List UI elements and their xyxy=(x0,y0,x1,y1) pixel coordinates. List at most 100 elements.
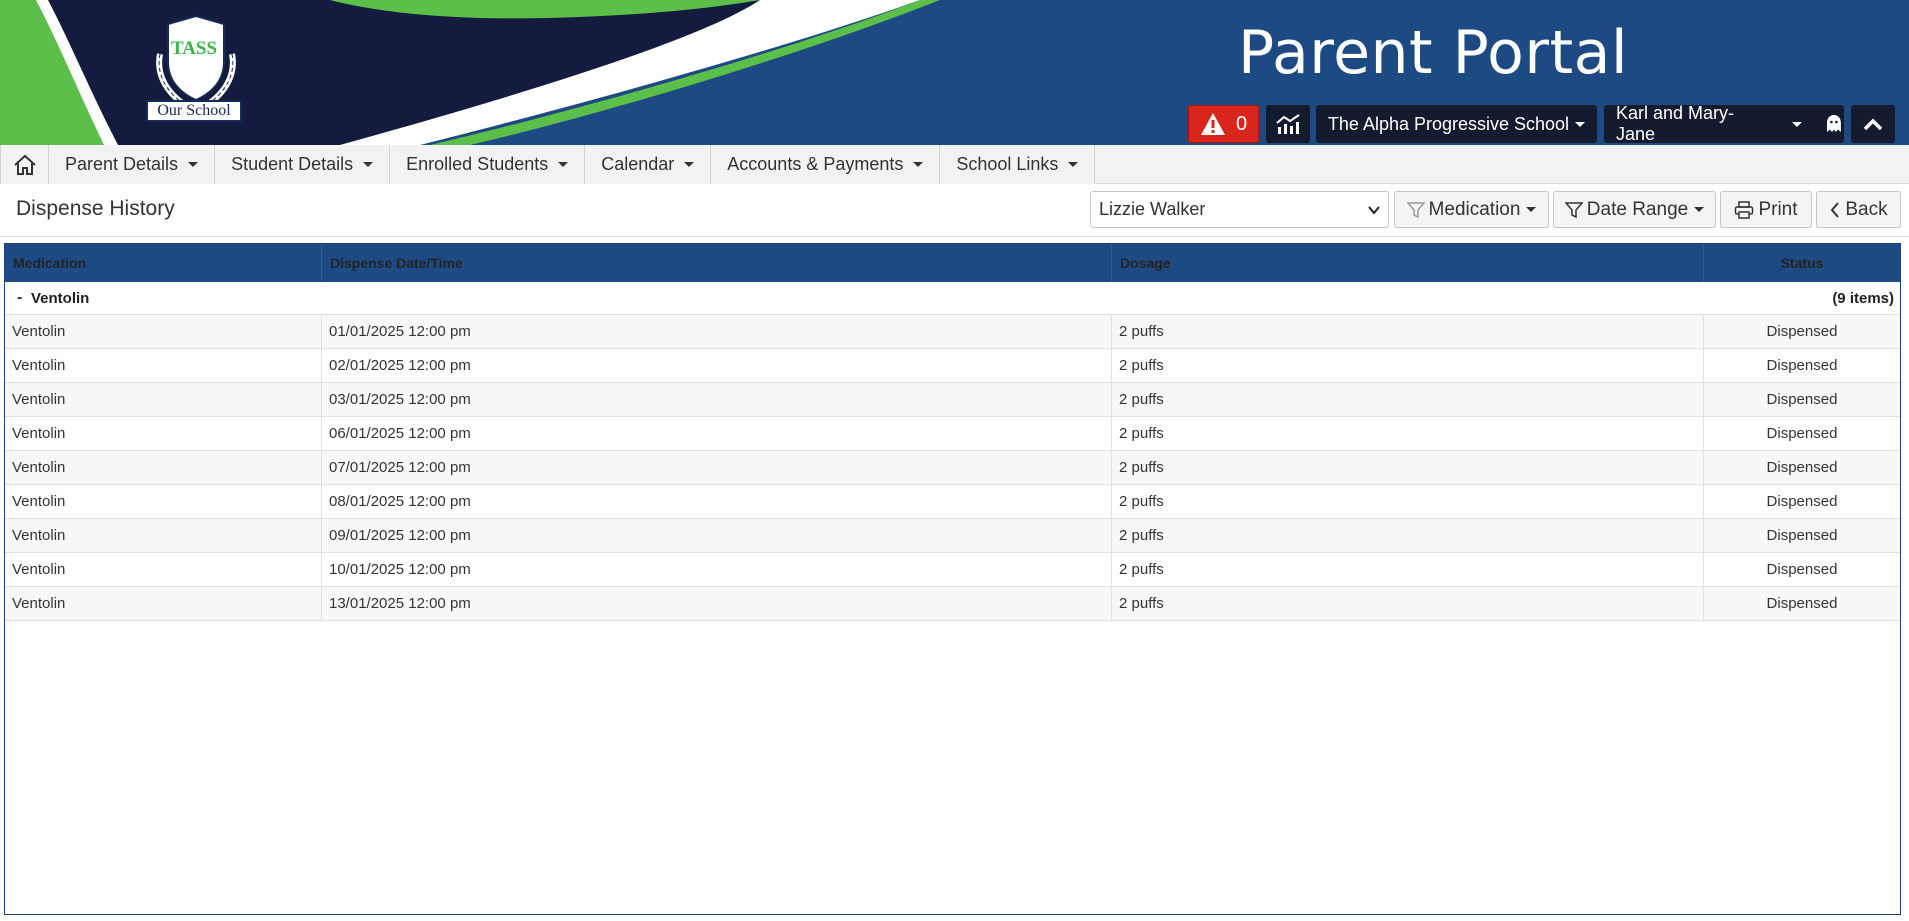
cell-status: Dispensed xyxy=(1766,459,1838,476)
table-row[interactable]: Ventolin 13/01/2025 12:00 pm 2 puffs Dis… xyxy=(5,587,1900,621)
cell-medication: Ventolin xyxy=(5,519,322,552)
nav-enrolled-students[interactable]: Enrolled Students xyxy=(390,145,586,184)
chevron-down-icon xyxy=(1792,121,1803,127)
table-row[interactable]: Ventolin 03/01/2025 12:00 pm 2 puffs Dis… xyxy=(5,383,1900,417)
table-row[interactable]: Ventolin 09/01/2025 12:00 pm 2 puffs Dis… xyxy=(5,519,1900,553)
nav-accounts-payments[interactable]: Accounts & Payments xyxy=(711,145,941,184)
cell-datetime: 01/01/2025 12:00 pm xyxy=(322,315,1112,348)
printer-icon xyxy=(1735,200,1754,219)
cell-dosage: 2 puffs xyxy=(1112,417,1704,450)
portal-title: Parent Portal xyxy=(1238,18,1629,88)
alert-count: 0 xyxy=(1235,112,1248,135)
chevron-down-icon xyxy=(1575,121,1586,127)
nav-parent-details[interactable]: Parent Details xyxy=(49,145,216,184)
table-row[interactable]: Ventolin 06/01/2025 12:00 pm 2 puffs Dis… xyxy=(5,417,1900,451)
cell-datetime: 13/01/2025 12:00 pm xyxy=(322,587,1112,620)
grid-header: Medication Dispense Date/Time Dosage Sta… xyxy=(5,244,1900,282)
portal-header: TASS Our School Parent Portal 0 The Alph… xyxy=(0,0,1909,145)
cell-status: Dispensed xyxy=(1766,595,1838,612)
nav-label: Enrolled Students xyxy=(406,154,549,174)
logo-text: TASS xyxy=(170,38,218,59)
chevron-down-icon xyxy=(558,162,569,167)
cell-datetime: 02/01/2025 12:00 pm xyxy=(322,349,1112,382)
cell-medication: Ventolin xyxy=(5,451,322,484)
home-button[interactable] xyxy=(0,145,49,184)
home-icon xyxy=(13,154,36,175)
print-button[interactable]: Print xyxy=(1720,191,1812,228)
cell-dosage: 2 puffs xyxy=(1112,315,1704,348)
back-button[interactable]: Back xyxy=(1816,191,1901,228)
cell-medication: Ventolin xyxy=(5,383,322,416)
cell-datetime: 06/01/2025 12:00 pm xyxy=(322,417,1112,450)
cell-medication: Ventolin xyxy=(5,485,322,518)
filter-icon xyxy=(1564,201,1583,218)
main-navigation: Parent Details Student Details Enrolled … xyxy=(0,145,1909,184)
nav-student-details[interactable]: Student Details xyxy=(215,145,391,184)
school-selector-button[interactable]: The Alpha Progressive School xyxy=(1316,105,1597,143)
cell-status: Dispensed xyxy=(1766,323,1838,340)
nav-label: Parent Details xyxy=(65,154,179,174)
cell-dosage: 2 puffs xyxy=(1112,383,1704,416)
chevron-down-icon xyxy=(1068,162,1079,167)
cell-medication: Ventolin xyxy=(5,315,322,348)
cell-medication: Ventolin xyxy=(5,417,322,450)
print-label: Print xyxy=(1758,198,1798,220)
column-header-status[interactable]: Status xyxy=(1704,244,1900,282)
cell-dosage: 2 puffs xyxy=(1112,587,1704,620)
table-row[interactable]: Ventolin 10/01/2025 12:00 pm 2 puffs Dis… xyxy=(5,553,1900,587)
cell-datetime: 08/01/2025 12:00 pm xyxy=(322,485,1112,518)
collapse-header-button[interactable] xyxy=(1851,105,1895,143)
user-name: Karl and Mary-Jane xyxy=(1616,103,1735,144)
nav-label: Accounts & Payments xyxy=(727,154,904,174)
group-label: Ventolin xyxy=(31,289,90,307)
dispense-history-grid: Medication Dispense Date/Time Dosage Sta… xyxy=(4,243,1901,915)
table-row[interactable]: Ventolin 01/01/2025 12:00 pm 2 puffs Dis… xyxy=(5,315,1900,349)
cell-dosage: 2 puffs xyxy=(1112,349,1704,382)
cell-datetime: 09/01/2025 12:00 pm xyxy=(322,519,1112,552)
nav-label: School Links xyxy=(956,154,1059,174)
cell-status: Dispensed xyxy=(1766,425,1838,442)
nav-calendar[interactable]: Calendar xyxy=(585,145,712,184)
table-row[interactable]: Ventolin 02/01/2025 12:00 pm 2 puffs Dis… xyxy=(5,349,1900,383)
chevron-down-icon xyxy=(684,162,695,167)
cell-datetime: 10/01/2025 12:00 pm xyxy=(322,553,1112,586)
table-row[interactable]: Ventolin 08/01/2025 12:00 pm 2 puffs Dis… xyxy=(5,485,1900,519)
column-header-dispense-datetime[interactable]: Dispense Date/Time xyxy=(322,244,1112,282)
student-select[interactable]: Lizzie Walker xyxy=(1090,191,1389,228)
chevron-up-icon xyxy=(1863,118,1883,131)
ghost-icon xyxy=(1827,115,1842,132)
cell-dosage: 2 puffs xyxy=(1112,553,1704,586)
cell-datetime: 07/01/2025 12:00 pm xyxy=(322,451,1112,484)
cell-medication: Ventolin xyxy=(5,349,322,382)
page-toolbar: Dispense History Lizzie Walker Medicatio… xyxy=(0,184,1909,237)
analytics-chart-icon xyxy=(1276,114,1300,134)
cell-dosage: 2 puffs xyxy=(1112,519,1704,552)
chevron-down-icon xyxy=(188,162,199,167)
group-row-ventolin[interactable]: - Ventolin (9 items) xyxy=(5,282,1900,315)
analytics-button[interactable] xyxy=(1266,105,1310,143)
cell-medication: Ventolin xyxy=(5,553,322,586)
nav-label: Calendar xyxy=(601,154,675,174)
cell-datetime: 03/01/2025 12:00 pm xyxy=(322,383,1112,416)
date-range-filter-button[interactable]: Date Range xyxy=(1553,191,1716,228)
cell-medication: Ventolin xyxy=(5,587,322,620)
cell-status: Dispensed xyxy=(1766,561,1838,578)
chevron-left-icon xyxy=(1831,201,1840,218)
column-header-medication[interactable]: Medication xyxy=(5,244,322,282)
table-row[interactable]: Ventolin 07/01/2025 12:00 pm 2 puffs Dis… xyxy=(5,451,1900,485)
cell-status: Dispensed xyxy=(1766,391,1838,408)
alerts-button[interactable]: 0 xyxy=(1188,105,1259,143)
group-collapse-toggle[interactable]: - xyxy=(17,289,27,307)
chevron-down-icon xyxy=(1368,206,1380,215)
cell-status: Dispensed xyxy=(1766,527,1838,544)
column-header-dosage[interactable]: Dosage xyxy=(1112,244,1704,282)
cell-dosage: 2 puffs xyxy=(1112,485,1704,518)
user-menu-button[interactable]: Karl and Mary-Jane xyxy=(1604,103,1844,144)
nav-label: Student Details xyxy=(231,154,354,174)
cell-status: Dispensed xyxy=(1766,357,1838,374)
nav-school-links[interactable]: School Links xyxy=(940,145,1096,184)
cell-status: Dispensed xyxy=(1766,493,1838,510)
chevron-down-icon xyxy=(913,162,924,167)
medication-filter-button[interactable]: Medication xyxy=(1394,191,1549,228)
grid-rows: Ventolin 01/01/2025 12:00 pm 2 puffs Dis… xyxy=(5,315,1900,621)
